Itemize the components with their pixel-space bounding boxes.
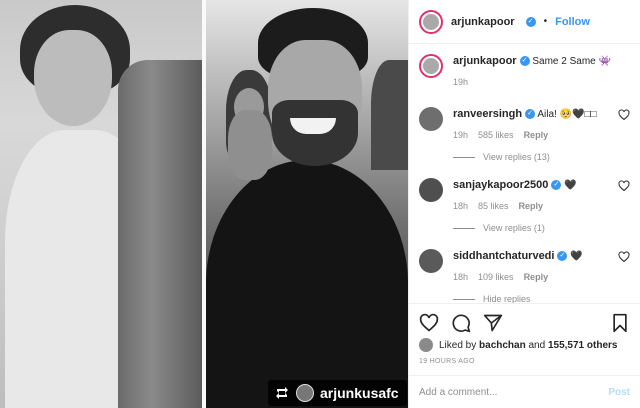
- separator-dot: •: [543, 16, 548, 27]
- view-replies-button[interactable]: View replies (13): [453, 150, 630, 164]
- comment-text: 🖤: [564, 180, 577, 191]
- verified-badge-icon: ✓: [525, 16, 536, 27]
- liker-avatar[interactable]: [419, 338, 433, 352]
- comment-likes[interactable]: 585 likes: [478, 128, 514, 142]
- caption-time[interactable]: 19h: [453, 75, 468, 89]
- comment-icon[interactable]: [451, 313, 471, 333]
- comment-username[interactable]: ranveersingh: [453, 108, 522, 120]
- caption-avatar[interactable]: [419, 54, 443, 78]
- liker-username[interactable]: bachchan: [479, 340, 526, 351]
- photo-left-arm: [118, 60, 202, 408]
- comment-like-heart-icon[interactable]: [618, 109, 630, 121]
- verified-badge-icon: ✓: [525, 109, 536, 120]
- header-avatar[interactable]: [419, 9, 443, 34]
- view-replies-line: [453, 156, 475, 158]
- action-bar: [419, 310, 630, 336]
- bookmark-icon[interactable]: [610, 313, 630, 333]
- post-image[interactable]: arjunkusafc: [0, 0, 408, 408]
- photo-right-figure-hand: [228, 110, 272, 180]
- photo-left-panel: [0, 0, 202, 408]
- post-comment-button[interactable]: Post: [608, 387, 630, 398]
- likes-prefix: Liked by: [439, 339, 477, 351]
- post-window: arjunkusafc arjunkapoor ✓ • Follow arjun…: [0, 0, 640, 408]
- comment-item: sanjaykapoor2500 ✓ 🖤 18h 85 likes Reply V…: [419, 178, 630, 235]
- comment-item: siddhantchaturvedi ✓ 🖤 18h 109 likes Repl…: [419, 249, 630, 303]
- add-comment-bar: Post: [409, 375, 640, 408]
- comment-text: 🖤: [570, 251, 583, 262]
- comment-time[interactable]: 19h: [453, 128, 468, 142]
- comment-likes[interactable]: 85 likes: [478, 199, 509, 213]
- photo-right-panel: [206, 0, 408, 408]
- repost-avatar: [296, 384, 314, 402]
- follow-button[interactable]: Follow: [555, 16, 590, 28]
- comment-like-heart-icon[interactable]: [618, 180, 630, 192]
- view-replies-label: View replies (1): [483, 223, 545, 233]
- comment-time[interactable]: 18h: [453, 199, 468, 213]
- likes-and: and: [528, 339, 546, 351]
- photo-right-edge-person: [371, 60, 408, 170]
- verified-badge-icon: ✓: [551, 180, 562, 191]
- header-username[interactable]: arjunkapoor: [451, 16, 515, 28]
- repost-username[interactable]: arjunkusafc: [320, 385, 399, 401]
- comment-avatar[interactable]: [419, 178, 443, 202]
- verified-badge-icon: ✓: [519, 56, 530, 67]
- view-replies-label: View replies (13): [483, 152, 550, 162]
- comment-reply-button[interactable]: Reply: [524, 270, 549, 284]
- comment-likes[interactable]: 109 likes: [478, 270, 514, 284]
- view-replies-line: [453, 227, 475, 229]
- comment-username[interactable]: sanjaykapoor2500: [453, 179, 548, 191]
- comment-text: Aila! 🥺🖤□□: [537, 109, 597, 120]
- comment-reply-button[interactable]: Reply: [519, 199, 544, 213]
- view-replies-label: Hide replies: [483, 294, 531, 303]
- likes-summary: Liked by bachchan and 155,571 others: [419, 338, 630, 352]
- comment-item: ranveersingh ✓ Aila! 🥺🖤□□ 19h 585 likes R…: [419, 107, 630, 164]
- likes-others-link[interactable]: 155,571 others: [548, 340, 618, 351]
- repost-icon: [276, 387, 288, 399]
- photo-left-figure-face: [34, 30, 112, 126]
- comment-reply-button[interactable]: Reply: [524, 128, 549, 142]
- comment-username[interactable]: siddhantchaturvedi: [453, 250, 554, 262]
- comment-time[interactable]: 18h: [453, 270, 468, 284]
- comments-list[interactable]: arjunkapoor ✓ Same 2 Same 👾 19h ranveersi…: [409, 44, 640, 303]
- post-actions: Liked by bachchan and 155,571 others 19 …: [409, 303, 640, 365]
- view-replies-line: [453, 298, 475, 300]
- caption: arjunkapoor ✓ Same 2 Same 👾 19h: [419, 54, 630, 89]
- repost-tag[interactable]: arjunkusafc: [268, 380, 407, 406]
- share-icon[interactable]: [483, 313, 503, 333]
- comment-avatar[interactable]: [419, 107, 443, 131]
- heart-icon[interactable]: [419, 313, 439, 333]
- photo-right-figure-body: [206, 160, 408, 408]
- verified-badge-icon: ✓: [557, 251, 568, 262]
- caption-text: Same 2 Same 👾: [532, 56, 611, 67]
- add-comment-input[interactable]: [419, 386, 579, 398]
- post-timestamp[interactable]: 19 HOURS AGO: [419, 358, 630, 365]
- comment-avatar[interactable]: [419, 249, 443, 273]
- hide-replies-button[interactable]: Hide replies: [453, 292, 630, 303]
- post-header: arjunkapoor ✓ • Follow: [409, 0, 640, 44]
- comment-like-heart-icon[interactable]: [618, 251, 630, 263]
- post-sidebar: arjunkapoor ✓ • Follow arjunkapoor ✓ Same…: [408, 0, 640, 408]
- caption-username[interactable]: arjunkapoor: [453, 55, 517, 67]
- view-replies-button[interactable]: View replies (1): [453, 221, 630, 235]
